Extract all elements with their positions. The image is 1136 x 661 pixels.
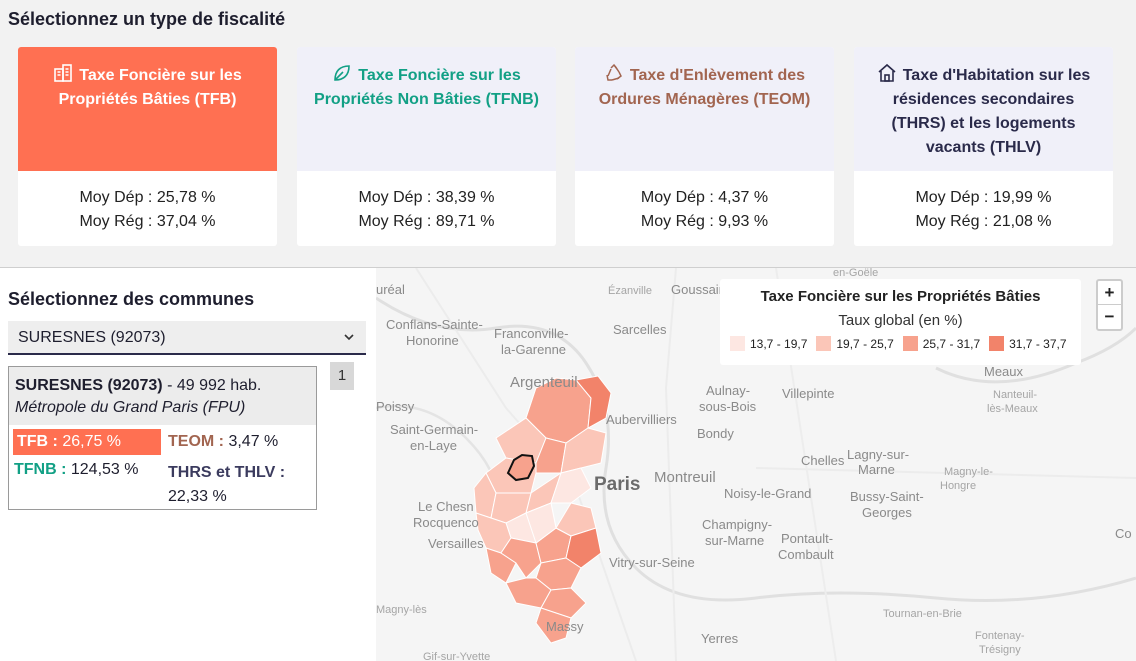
place-label: Combault — [778, 547, 834, 562]
place-label: Poissy — [376, 399, 415, 414]
card-teom-dep: Moy Dép : 4,37 % — [640, 188, 769, 206]
commune-name: SURESNES (92073) — [15, 377, 163, 394]
place-label: Marne — [858, 462, 895, 477]
commune-info-card: SURESNES (92073) - 49 992 hab. Métropole… — [8, 366, 317, 510]
zoom-in-button[interactable]: + — [1098, 281, 1121, 305]
legend-item: 31,7 - 37,7 — [989, 336, 1067, 351]
card-tfnb-dep: Moy Dép : 38,39 % — [358, 188, 495, 206]
card-teom-header[interactable]: Taxe d'Enlèvement des Ordures Ménagères … — [575, 47, 834, 171]
card-tfb[interactable]: Taxe Foncière sur les Propriétés Bâties … — [18, 47, 277, 246]
place-label: Aubervilliers — [606, 412, 677, 427]
legend-subtitle: Taux global (en %) — [838, 312, 963, 329]
selection-count-badge: 1 — [330, 362, 354, 390]
place-label: Meaux — [984, 364, 1024, 379]
place-label: Rocquenco — [413, 515, 479, 530]
card-thrs-title: Taxe d'Habitation sur les résidences sec… — [891, 67, 1091, 156]
card-thrs-reg: Moy Rég : 21,08 % — [915, 212, 1052, 230]
card-tfb-reg: Moy Rég : 37,04 % — [79, 212, 216, 230]
card-teom[interactable]: Taxe d'Enlèvement des Ordures Ménagères … — [575, 47, 834, 246]
place-label: uréal — [376, 282, 405, 297]
legend-item: 25,7 - 31,7 — [902, 336, 980, 351]
tfb-rate: TFB : 26,75 % — [13, 429, 161, 455]
place-label: Honorine — [406, 333, 459, 348]
place-label: sur-Marne — [705, 533, 765, 548]
communes-title: Sélectionnez des communes — [8, 289, 255, 309]
legend-item: 13,7 - 19,7 — [730, 336, 807, 351]
card-teom-title: Taxe d'Enlèvement des Ordures Ménagères … — [598, 67, 811, 108]
place-label: Versailles — [428, 536, 484, 551]
tfnb-rate: TFNB : 124,53 % — [14, 461, 139, 478]
legend-swatch — [989, 336, 1005, 351]
place-label: Pontault- — [781, 531, 834, 546]
commune-shapes — [473, 375, 612, 644]
place-label: la-Garenne — [501, 342, 567, 357]
place-label: Magny-lès — [376, 604, 427, 616]
zoom-control: + − — [1096, 279, 1123, 331]
place-label: Conflans-Sainte- — [386, 317, 483, 332]
thrs-rate: THRS et THLV :22,33 % — [168, 464, 286, 505]
place-label: Bussy-Saint- — [850, 489, 924, 504]
zoom-out-button[interactable]: − — [1098, 305, 1121, 329]
card-tfb-title: Taxe Foncière sur les Propriétés Bâties … — [58, 67, 242, 108]
place-label: Montreuil — [654, 469, 716, 486]
card-tfnb-header[interactable]: Taxe Foncière sur les Propriétés Non Bât… — [297, 47, 556, 171]
legend-swatch — [902, 336, 918, 351]
leaf-icon — [334, 65, 351, 81]
place-label: Noisy-le-Grand — [724, 486, 812, 501]
legend-item: 19,7 - 25,7 — [816, 336, 894, 351]
place-label: Tournan-en-Brie — [883, 608, 962, 620]
place-label: Georges — [862, 505, 912, 520]
legend-swatch — [730, 336, 745, 351]
recycle-icon — [606, 63, 622, 81]
card-thrs[interactable]: Taxe d'Habitation sur les résidences sec… — [854, 47, 1113, 246]
chevron-down-icon — [344, 334, 354, 341]
commune-select[interactable]: SURESNES (92073) — [8, 321, 366, 355]
place-label: lès-Meaux — [987, 403, 1038, 415]
place-label: Yerres — [701, 631, 739, 646]
teom-rate: TEOM : 3,47 % — [168, 433, 279, 450]
commune-select-value: SURESNES (92073) — [18, 329, 166, 346]
place-label: Franconville- — [494, 326, 569, 341]
card-thrs-header[interactable]: Taxe d'Habitation sur les résidences sec… — [854, 47, 1113, 171]
map-legend: Taxe Foncière sur les Propriétés Bâties … — [720, 279, 1081, 365]
place-label: Argenteuil — [510, 374, 578, 391]
place-label: Co — [1115, 526, 1132, 541]
place-label: Villepinte — [782, 386, 835, 401]
place-label: Paris — [594, 474, 641, 495]
legend-title: Taxe Foncière sur les Propriétés Bâties — [760, 288, 1041, 305]
card-teom-reg: Moy Rég : 9,93 % — [640, 212, 769, 230]
card-tfb-header[interactable]: Taxe Foncière sur les Propriétés Bâties … — [18, 47, 277, 171]
card-tfnb[interactable]: Taxe Foncière sur les Propriétés Non Bât… — [297, 47, 556, 246]
place-label: Ézanville — [608, 285, 653, 297]
place-label: Trésigny — [979, 644, 1021, 656]
house-icon — [878, 63, 896, 82]
place-label: Gif-sur-Yvette — [423, 651, 491, 661]
place-label: Aulnay- — [706, 383, 751, 398]
card-thrs-dep: Moy Dép : 19,99 % — [915, 188, 1052, 206]
building-icon — [54, 64, 73, 82]
commune-epci: Métropole du Grand Paris (FPU) — [15, 399, 246, 416]
place-label: sous-Bois — [699, 399, 757, 414]
place-label: Sarcelles — [613, 322, 667, 337]
place-label: Saint-Germain- — [390, 422, 479, 437]
place-label: en-Laye — [410, 438, 457, 453]
place-label: Le Chesn — [418, 499, 474, 514]
fiscality-title: Sélectionnez un type de fiscalité — [8, 9, 286, 29]
place-label: Vitry-sur-Seine — [609, 555, 695, 570]
fiscality-panel: Sélectionnez un type de fiscalité Taxe F… — [0, 0, 1136, 268]
card-tfb-dep: Moy Dép : 25,78 % — [79, 188, 216, 206]
place-label: Massy — [546, 619, 584, 634]
legend-swatch — [816, 336, 832, 351]
card-tfnb-reg: Moy Rég : 89,71 % — [358, 212, 495, 230]
place-label: Bondy — [697, 426, 734, 441]
place-label: Champigny- — [702, 517, 773, 532]
place-label: Chelles — [801, 453, 845, 468]
commune-population: - 49 992 hab. — [162, 377, 262, 394]
place-label: Hongre — [940, 480, 977, 492]
place-label: Goussain — [671, 282, 726, 297]
